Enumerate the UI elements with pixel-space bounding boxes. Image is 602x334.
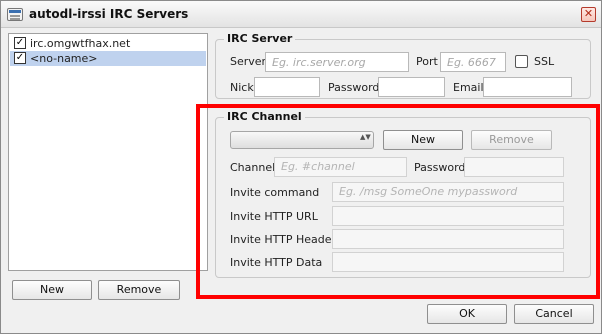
email-label: Email [453,81,484,94]
nick-label: Nick [230,81,254,94]
remove-server-button[interactable]: Remove [98,280,180,300]
irc-servers-dialog: autodl-irssi IRC Servers ✕ ✓ irc.omgwtfh… [0,0,602,334]
server-label: Server [230,55,267,68]
invite-http-header-input[interactable] [332,229,564,249]
port-input[interactable] [440,52,506,72]
ssl-label: SSL [534,55,555,68]
channel-label: Channel [230,161,276,174]
channel-password-input[interactable] [464,157,564,177]
email-input[interactable] [483,77,572,97]
invite-command-input[interactable]: Eg. /msg SomeOne mypassword [332,182,564,202]
server-name: irc.omgwtfhax.net [30,37,131,50]
new-server-button[interactable]: New [12,280,92,300]
server-enabled-checkbox[interactable]: ✓ [14,52,26,64]
channel-select[interactable]: ▲▼ [230,131,374,149]
spin-arrows-icon: ▲▼ [360,133,371,141]
invite-http-data-input[interactable] [332,252,564,272]
irc-channel-title: IRC Channel [224,110,305,123]
window-title: autodl-irssi IRC Servers [29,7,189,21]
close-button[interactable]: ✕ [581,7,596,22]
title-bar: autodl-irssi IRC Servers ✕ [1,1,601,28]
server-list-item[interactable]: ✓ irc.omgwtfhax.net [10,36,206,51]
server-name: <no-name> [30,52,98,65]
channel-password-label: Password [414,161,466,174]
irc-server-title: IRC Server [224,32,296,45]
invite-http-url-input[interactable] [332,206,564,226]
ok-button[interactable]: OK [427,304,507,324]
invite-http-data-label: Invite HTTP Data [230,256,323,269]
server-list[interactable]: ✓ irc.omgwtfhax.net ✓ <no-name> [8,33,208,271]
remove-channel-button[interactable]: Remove [471,130,552,150]
server-enabled-checkbox[interactable]: ✓ [14,37,26,49]
port-label: Port [416,55,438,68]
cancel-button[interactable]: Cancel [514,304,594,324]
invite-http-url-label: Invite HTTP URL [230,210,318,223]
close-icon: ✕ [583,7,594,20]
invite-http-header-label: Invite HTTP Header [230,233,337,246]
server-password-input[interactable] [378,77,445,97]
server-password-label: Password [328,81,380,94]
window-icon [7,8,23,21]
channel-input[interactable]: Eg. #channel [274,157,407,177]
invite-command-label: Invite command [230,186,320,199]
nick-input[interactable] [254,77,320,97]
server-input[interactable] [265,52,409,72]
ssl-checkbox[interactable] [515,55,528,68]
new-channel-button[interactable]: New [383,130,463,150]
server-list-item-selected[interactable]: ✓ <no-name> [10,51,206,66]
